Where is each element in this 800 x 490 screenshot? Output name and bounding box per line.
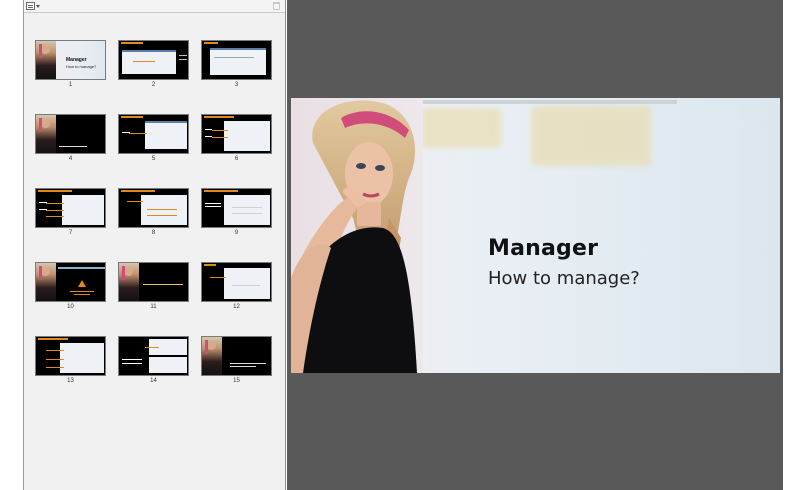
slide-number: 4 [68,156,73,162]
slide-thumbnail-11[interactable]: 11 [118,262,189,311]
slide-number: 1 [68,82,73,88]
slide-number: 13 [67,378,74,384]
slide-preview: Manager How to manage? [35,40,106,80]
chevron-down-icon [36,4,40,8]
slide-thumbnail-1[interactable]: Manager How to manage? 1 [35,40,106,89]
slide-number: 9 [234,230,239,236]
right-margin [783,0,800,490]
thumbnail-panel-toolbar [24,0,285,13]
trash-icon[interactable] [273,2,280,10]
slide-thumbnail-13[interactable]: 13 [35,336,106,385]
slide-preview [118,336,189,376]
slide-preview [201,188,272,228]
slide-preview [201,336,272,376]
slide-number: 2 [151,82,156,88]
slide-number: 12 [233,304,240,310]
slide-thumbnail-6[interactable]: 6 [201,114,272,163]
current-slide[interactable]: Manager How to manage? [291,98,780,373]
slide-number: 8 [151,230,156,236]
view-options-icon [26,2,35,10]
slide-preview [35,336,106,376]
slide-thumbnail-2[interactable]: 2 [118,40,189,89]
slide-number: 5 [151,156,156,162]
slide-preview [201,40,272,80]
slide-thumbnail-15[interactable]: 15 [201,336,272,385]
slide-preview [118,262,189,302]
slide-preview [118,40,189,80]
slide-thumbnail-panel[interactable]: Manager How to manage? 1 2 3 4 5 6 7 8 9… [23,0,286,490]
slide-preview [35,262,106,302]
slide-number: 15 [233,378,240,384]
slide-number: 11 [150,304,157,310]
presentation-app: Manager How to manage? 1 2 3 4 5 6 7 8 9… [0,0,800,490]
slide-number: 6 [234,156,239,162]
slide-header-bar [417,100,677,104]
slide-title[interactable]: Manager [488,236,598,261]
slide-subtitle[interactable]: How to manage? [488,268,640,289]
thumb-subtitle: How to manage? [66,64,97,69]
slide-preview [118,114,189,154]
slide-thumbnail-7[interactable]: 7 [35,188,106,237]
slide-thumbnail-14[interactable]: 14 [118,336,189,385]
slide-thumbnail-9[interactable]: 9 [201,188,272,237]
model-photo [291,98,423,373]
thumb-title: Manager [66,57,87,63]
slide-thumbnail-4[interactable]: 4 [35,114,106,163]
slide-thumbnail-3[interactable]: 3 [201,40,272,89]
slide-editor-stage[interactable]: Manager How to manage? [287,0,783,490]
slide-number: 3 [234,82,239,88]
slide-preview [35,188,106,228]
slide-number: 14 [150,378,157,384]
slide-preview [201,114,272,154]
slide-number: 10 [67,304,74,310]
slide-preview [118,188,189,228]
thumbnail-view-icon[interactable] [26,1,42,11]
slide-thumbnail-8[interactable]: 8 [118,188,189,237]
slide-thumbnail-12[interactable]: 12 [201,262,272,311]
slide-preview [201,262,272,302]
slide-thumbnail-5[interactable]: 5 [118,114,189,163]
slide-number: 7 [68,230,73,236]
slide-thumbnail-10[interactable]: 10 [35,262,106,311]
slide-preview [35,114,106,154]
